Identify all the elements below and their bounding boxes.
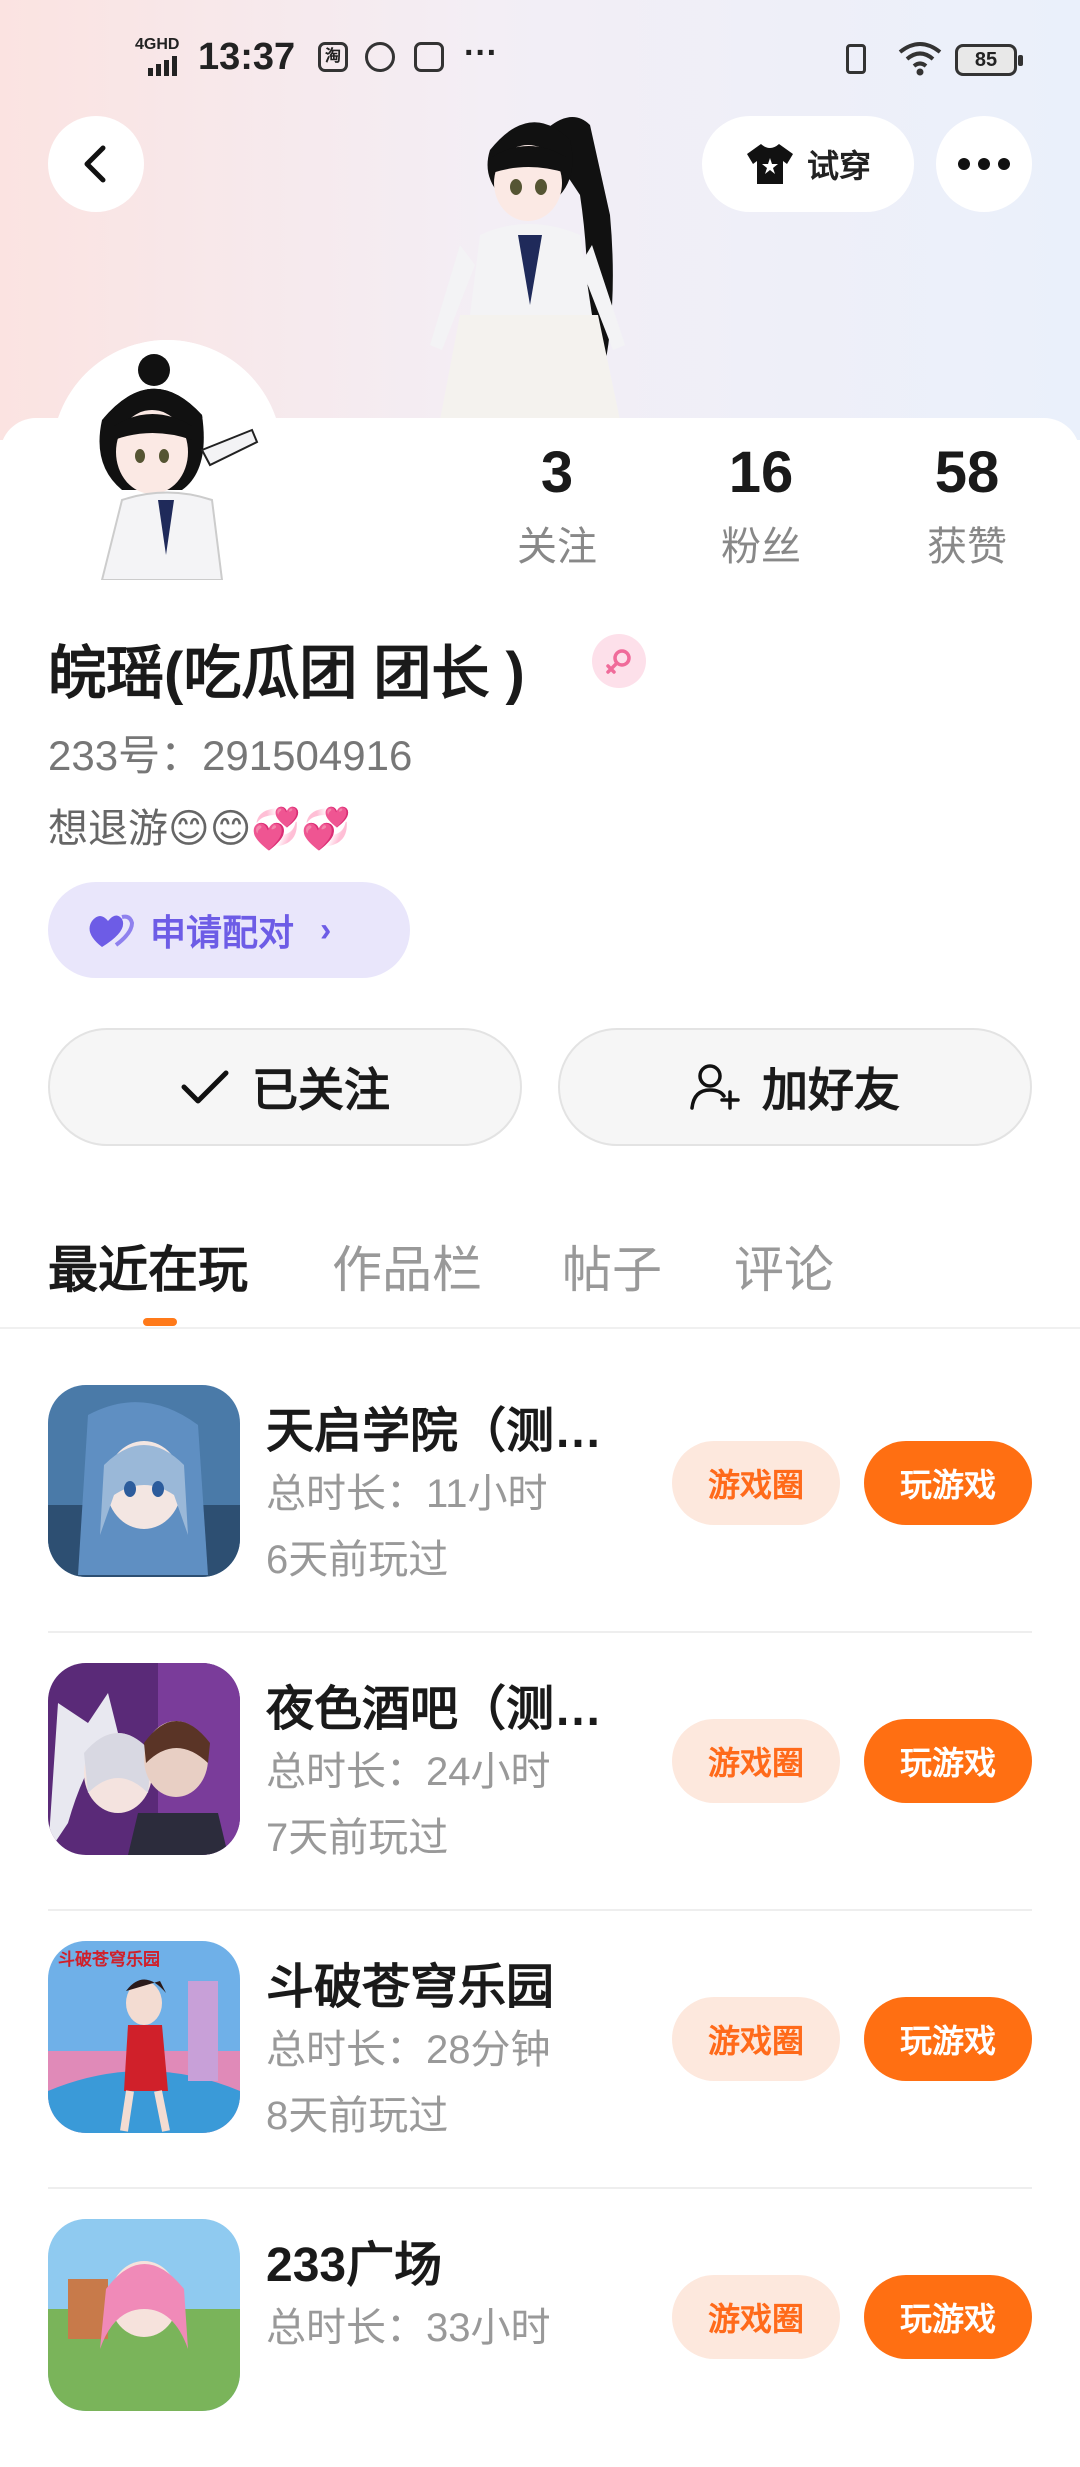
play-game-button[interactable]: 玩游戏 <box>864 1997 1032 2081</box>
back-button[interactable] <box>48 116 144 212</box>
game-icon-233-plaza[interactable] <box>48 2219 240 2411</box>
female-gender-icon <box>592 634 646 688</box>
signal-icon <box>148 56 180 76</box>
tab-comments[interactable]: 评论 <box>734 1230 834 1302</box>
network-type: 4GHD <box>135 36 180 53</box>
game-duration: 总时长：33小时 <box>266 2306 551 2350</box>
more-notifications: ··· <box>464 34 498 72</box>
play-game-button[interactable]: 玩游戏 <box>864 1719 1032 1803</box>
add-friend-label: 加好友 <box>762 1064 900 1116</box>
double-heart-icon <box>89 914 135 947</box>
app-notification-icon <box>365 42 395 72</box>
game-duration: 总时长：24小时 <box>266 1750 551 1794</box>
game-name: 斗破苍穹乐园 <box>266 1961 555 2014</box>
add-friend-icon <box>690 1064 740 1110</box>
add-friend-button[interactable]: 加好友 <box>558 1028 1032 1146</box>
status-time: 13:37 <box>198 36 296 78</box>
followed-label: 已关注 <box>252 1064 390 1116</box>
card-notification-icon <box>414 42 444 72</box>
taobao-icon: 淘 <box>318 42 348 72</box>
likes-label: 获赞 <box>927 525 1007 569</box>
try-on-button[interactable]: 试穿 <box>702 116 914 212</box>
profile-tabs: 最近在玩 作品栏 帖子 评论 <box>0 1220 1080 1330</box>
play-game-button[interactable]: 玩游戏 <box>864 2275 1032 2359</box>
game-circle-button[interactable]: 游戏圈 <box>672 1719 840 1803</box>
tabs-divider <box>0 1327 1080 1329</box>
more-dots-icon <box>958 158 1010 170</box>
game-circle-button[interactable]: 游戏圈 <box>672 2275 840 2359</box>
chevron-left-icon <box>84 145 106 183</box>
more-options-button[interactable] <box>936 116 1032 212</box>
user-nickname: 皖瑶(吃瓜团 团长 ) <box>48 641 525 706</box>
status-bar: 4GHD 13:37 淘 ··· 85 <box>0 30 1080 90</box>
fans-count: 16 <box>728 440 794 505</box>
game-row[interactable]: 天启学院（测… 总时长：11小时 6天前玩过 游戏圈 玩游戏 <box>48 1355 1032 1633</box>
game-icon-doupo[interactable]: 斗破苍穹乐园 <box>48 1941 240 2133</box>
stat-likes[interactable]: 58 获赞 <box>892 438 1042 572</box>
game-duration: 总时长：11小时 <box>266 1472 548 1516</box>
game-duration: 总时长：28分钟 <box>266 2028 551 2072</box>
game-last-played: 7天前玩过 <box>266 1816 449 1860</box>
game-circle-button[interactable]: 游戏圈 <box>672 1441 840 1525</box>
wifi-icon <box>898 42 942 76</box>
battery-icon: 85 <box>955 44 1023 76</box>
game-last-played: 8天前玩过 <box>266 2094 449 2138</box>
apply-pair-button[interactable]: 申请配对 › <box>48 882 410 978</box>
game-circle-button[interactable]: 游戏圈 <box>672 1997 840 2081</box>
game-icon-night-bar[interactable] <box>48 1663 240 1855</box>
game-row[interactable]: 斗破苍穹乐园 斗破苍穹乐园 总时长：28分钟 8天前玩过 游戏圈 玩游戏 <box>48 1911 1032 2189</box>
following-label: 关注 <box>517 525 597 569</box>
user-id: 233号：291504916 <box>48 732 413 779</box>
checkmark-icon <box>181 1070 229 1104</box>
game-name: 夜色酒吧（测… <box>266 1683 603 1736</box>
vibrate-icon <box>846 44 866 74</box>
game-name: 233广场 <box>266 2239 443 2292</box>
tab-works[interactable]: 作品栏 <box>332 1230 482 1302</box>
avatar-overlay <box>52 340 282 580</box>
game-row[interactable]: 夜色酒吧（测… 总时长：24小时 7天前玩过 游戏圈 玩游戏 <box>48 1633 1032 1911</box>
active-tab-indicator <box>143 1318 177 1326</box>
stat-following[interactable]: 3 关注 <box>482 438 632 572</box>
game-name: 天启学院（测… <box>266 1405 603 1458</box>
following-count: 3 <box>540 440 574 505</box>
tshirt-icon <box>746 144 793 184</box>
user-bio: 想退游😊😊💞💞 <box>48 807 352 851</box>
chevron-right-icon: › <box>320 910 332 949</box>
tab-posts[interactable]: 帖子 <box>562 1230 662 1302</box>
try-on-label: 试穿 <box>806 148 871 184</box>
apply-pair-label: 申请配对 <box>150 912 295 953</box>
play-game-button[interactable]: 玩游戏 <box>864 1441 1032 1525</box>
likes-count: 58 <box>934 440 1000 505</box>
game-icon-tianqi[interactable] <box>48 1385 240 1577</box>
followed-button[interactable]: 已关注 <box>48 1028 522 1146</box>
character-3d-avatar <box>430 117 625 420</box>
stat-fans[interactable]: 16 粉丝 <box>686 438 836 572</box>
fans-label: 粉丝 <box>721 525 801 569</box>
game-row[interactable]: 233广场 总时长：33小时 游戏圈 玩游戏 <box>48 2189 1032 2467</box>
svg-text:斗破苍穹乐园: 斗破苍穹乐园 <box>58 1949 160 1970</box>
avatar-image-overlay <box>52 388 282 580</box>
tab-recently-played[interactable]: 最近在玩 <box>48 1230 248 1302</box>
game-last-played: 6天前玩过 <box>266 1538 449 1582</box>
